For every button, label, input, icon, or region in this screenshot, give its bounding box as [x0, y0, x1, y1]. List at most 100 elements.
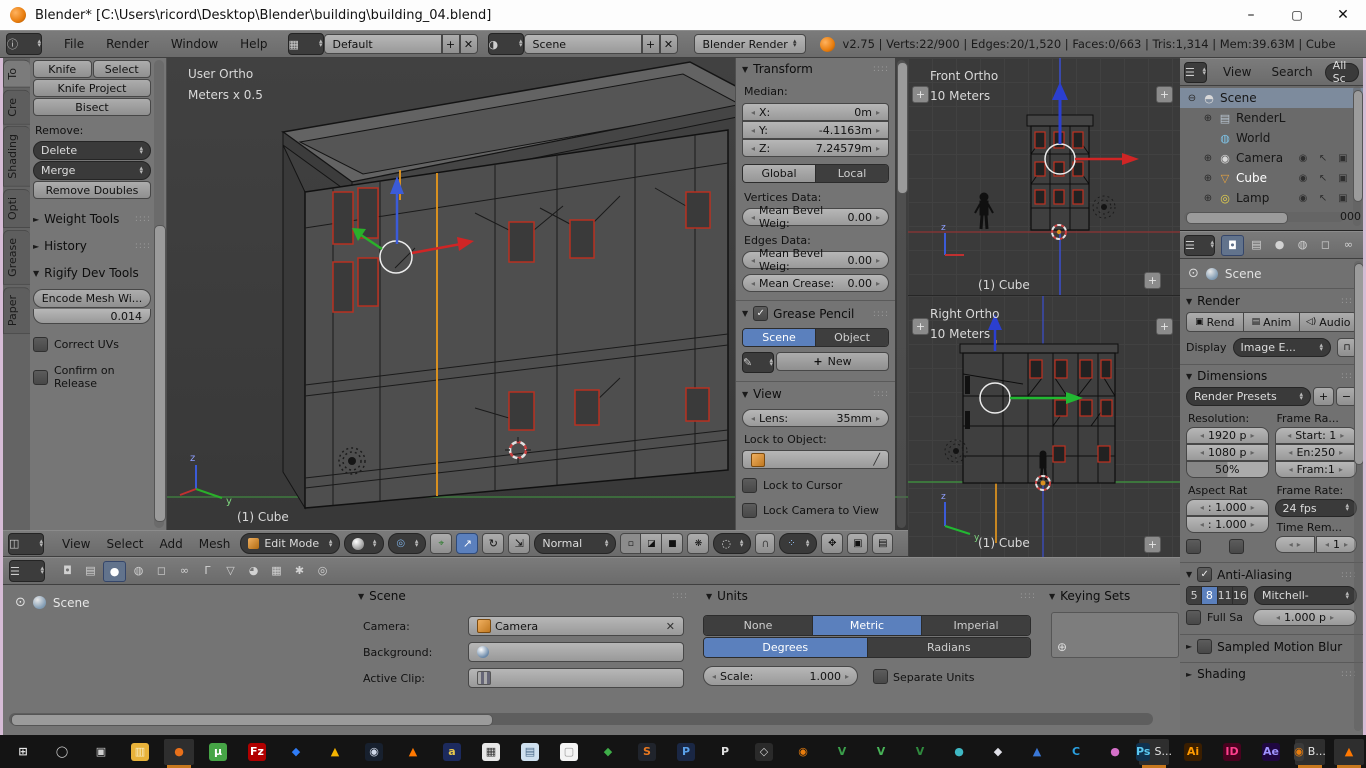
grease-pencil-icon[interactable]: ✎▴▾	[742, 352, 774, 373]
right-view-plus-bottom[interactable]: +	[1144, 536, 1161, 553]
resolution-pct-slider[interactable]: 50%	[1186, 461, 1269, 478]
menu-view3d-add[interactable]: Add	[154, 531, 189, 556]
editor-type-3dview[interactable]: ◫▴▾	[8, 533, 44, 555]
expander-icon[interactable]: ⊕	[1202, 173, 1214, 184]
resolution-x-field[interactable]: ◂1920 p▸	[1186, 427, 1269, 444]
occlude-geometry-button[interactable]: ❋	[687, 533, 709, 554]
aa-size-field[interactable]: ◂1.000 p▸	[1253, 609, 1357, 626]
vlc-icon[interactable]: ▲	[398, 739, 428, 765]
aa-samples-16[interactable]: 16	[1233, 587, 1247, 604]
properties-tab-constraints[interactable]: ∞	[1338, 235, 1359, 254]
menu-view3d-mesh[interactable]: Mesh	[193, 531, 237, 556]
add-scene-button[interactable]: +	[642, 34, 660, 54]
rotate-manipulator-button[interactable]: ↻	[482, 533, 504, 554]
units-imperial-button[interactable]: Imperial	[922, 616, 1030, 635]
grease-object-button[interactable]: Object	[816, 329, 888, 346]
snap-toggle-button[interactable]: ∩	[755, 533, 775, 554]
orientation-select[interactable]: Normal▴▾	[534, 533, 616, 554]
editor-type-bottom-props[interactable]: ☰▴▾	[9, 560, 45, 582]
outliner-item-camera[interactable]: ⊕◉Camera◉↖▣	[1180, 148, 1363, 168]
scene-panel-header[interactable]: ▼Scene::::	[358, 589, 688, 603]
pink-app-icon[interactable]: ●	[1100, 739, 1130, 765]
selectability-cursor-icon[interactable]: ↖	[1315, 173, 1331, 184]
tool-shelf-tab-shading[interactable]: Shading	[3, 126, 30, 187]
p-app-icon[interactable]: P	[710, 739, 740, 765]
blender-window-icon[interactable]: ◉B...	[1295, 739, 1325, 765]
render-restrict-camera-icon[interactable]: ▣	[1335, 153, 1351, 164]
render-audio-button[interactable]: ◁)Audio	[1300, 312, 1357, 332]
properties-tab-modifiers[interactable]: Γ	[197, 561, 218, 580]
expander-icon[interactable]: ⊖	[1186, 93, 1198, 104]
border-checkbox[interactable]	[1186, 539, 1201, 554]
v-app-icon-2[interactable]: V	[866, 739, 896, 765]
properties-tab-scene[interactable]: ●	[103, 561, 126, 582]
c-app-icon[interactable]: C	[1061, 739, 1091, 765]
unity-icon[interactable]: ◇	[749, 739, 779, 765]
motion-blur-checkbox[interactable]	[1197, 639, 1212, 654]
v-app-icon-3[interactable]: V	[905, 739, 935, 765]
snap-element-select[interactable]: ⁘▴▾	[779, 533, 817, 554]
properties-tab-particles[interactable]: ✱	[289, 561, 310, 580]
menu-file[interactable]: File	[58, 31, 90, 57]
select-button[interactable]: Select	[93, 60, 152, 78]
manipulator-toggle[interactable]: ⌖	[430, 533, 452, 554]
full-sample-checkbox[interactable]	[1186, 610, 1201, 625]
green-app-icon[interactable]: ◆	[593, 739, 623, 765]
median-y-field[interactable]: ◂Y:-4.1163m▸	[742, 121, 889, 139]
outliner-search-menu[interactable]: Search	[1265, 59, 1318, 85]
s-app-icon[interactable]: S	[632, 739, 662, 765]
resolution-y-field[interactable]: ◂1080 p▸	[1186, 444, 1269, 461]
viewport-main[interactable]: z y User Ortho Meters x 0.5 (1) Cube ToC…	[3, 58, 909, 530]
rigify-panel-header[interactable]: ▼Rigify Dev Tools	[33, 266, 151, 280]
encode-mesh-button[interactable]: Encode Mesh Wi...	[33, 289, 151, 308]
tool-shelf-tab-paper[interactable]: Paper	[3, 287, 30, 334]
opengl-render-anim-button[interactable]: ▤	[872, 533, 893, 554]
tool-shelf-scrollbar[interactable]	[154, 60, 164, 528]
weight-tools-panel-header[interactable]: ►Weight Tools::::	[33, 212, 151, 226]
outliner-scrollbar-h[interactable]	[1184, 212, 1344, 222]
clear-camera-icon[interactable]: ✕	[666, 620, 675, 633]
add-keying-set-icon[interactable]: ⊕	[1057, 640, 1067, 654]
grease-new-button[interactable]: +New	[776, 352, 889, 371]
grease-scene-button[interactable]: Scene	[743, 329, 816, 346]
units-none-button[interactable]: None	[704, 616, 813, 635]
front-view-plus-bottom[interactable]: +	[1144, 272, 1161, 289]
active-clip-field[interactable]	[468, 668, 684, 688]
start-button[interactable]: ⊞	[8, 739, 38, 765]
frame-step-field[interactable]: ◂Fram:1▸	[1275, 461, 1358, 478]
median-z-field[interactable]: ◂Z:7.24579m▸	[742, 139, 889, 157]
remap-new-field[interactable]: ◂1▸	[1316, 536, 1357, 553]
transform-panel-header[interactable]: ▼Transform::::	[742, 62, 889, 76]
properties-tab-constraints[interactable]: ∞	[174, 561, 195, 580]
utorrent-icon[interactable]: µ	[203, 739, 233, 765]
close-button[interactable]: ✕	[1320, 0, 1366, 30]
filezilla-icon[interactable]: Fz	[242, 739, 272, 765]
motion-blur-panel-header[interactable]: ►Sampled Motion Blur	[1186, 639, 1357, 654]
properties-tab-object[interactable]: ◻	[151, 561, 172, 580]
front-view-plus-left[interactable]: +	[912, 86, 929, 103]
menu-view3d-select[interactable]: Select	[100, 531, 149, 556]
remove-doubles-button[interactable]: Remove Doubles	[33, 181, 151, 199]
screen-layout-name[interactable]: Default	[324, 34, 442, 54]
aa-samples-5[interactable]: 5	[1187, 587, 1202, 604]
merge-menu[interactable]: Merge▴▾	[33, 161, 151, 180]
snap-target-button[interactable]: ✥	[821, 533, 843, 554]
editor-type-properties[interactable]: ☰▴▾	[1184, 235, 1215, 256]
photoshop-icon[interactable]: PsS...	[1139, 739, 1169, 765]
outliner-item-world[interactable]: ◍World	[1180, 128, 1363, 148]
background-field[interactable]	[468, 642, 684, 662]
tool-shelf-tab-to[interactable]: To	[3, 60, 30, 88]
selectability-cursor-icon[interactable]: ↖	[1315, 193, 1331, 204]
properties-tab-world[interactable]: ◍	[128, 561, 149, 580]
viewport-front[interactable]: z Front Ortho 10 Meters (1) Cube + + +	[908, 58, 1181, 296]
illustrator-icon[interactable]: Ai	[1178, 739, 1208, 765]
cortana-icon[interactable]: ◯	[47, 739, 77, 765]
tool-shelf-tab-grease[interactable]: Grease	[3, 230, 30, 285]
outliner-item-lamp[interactable]: ⊕◎Lamp◉↖▣	[1180, 188, 1363, 208]
calculator-icon[interactable]: ▦	[476, 739, 506, 765]
camera-field[interactable]: Camera ✕	[468, 616, 684, 636]
front-view-plus-right[interactable]: +	[1156, 86, 1173, 103]
delete-layout-button[interactable]: ✕	[460, 34, 478, 54]
outliner-filter-select[interactable]: All Sc	[1325, 63, 1359, 82]
viewport-right[interactable]: z y Right Ortho 10 Meters (1) Cube + + +	[908, 296, 1181, 557]
